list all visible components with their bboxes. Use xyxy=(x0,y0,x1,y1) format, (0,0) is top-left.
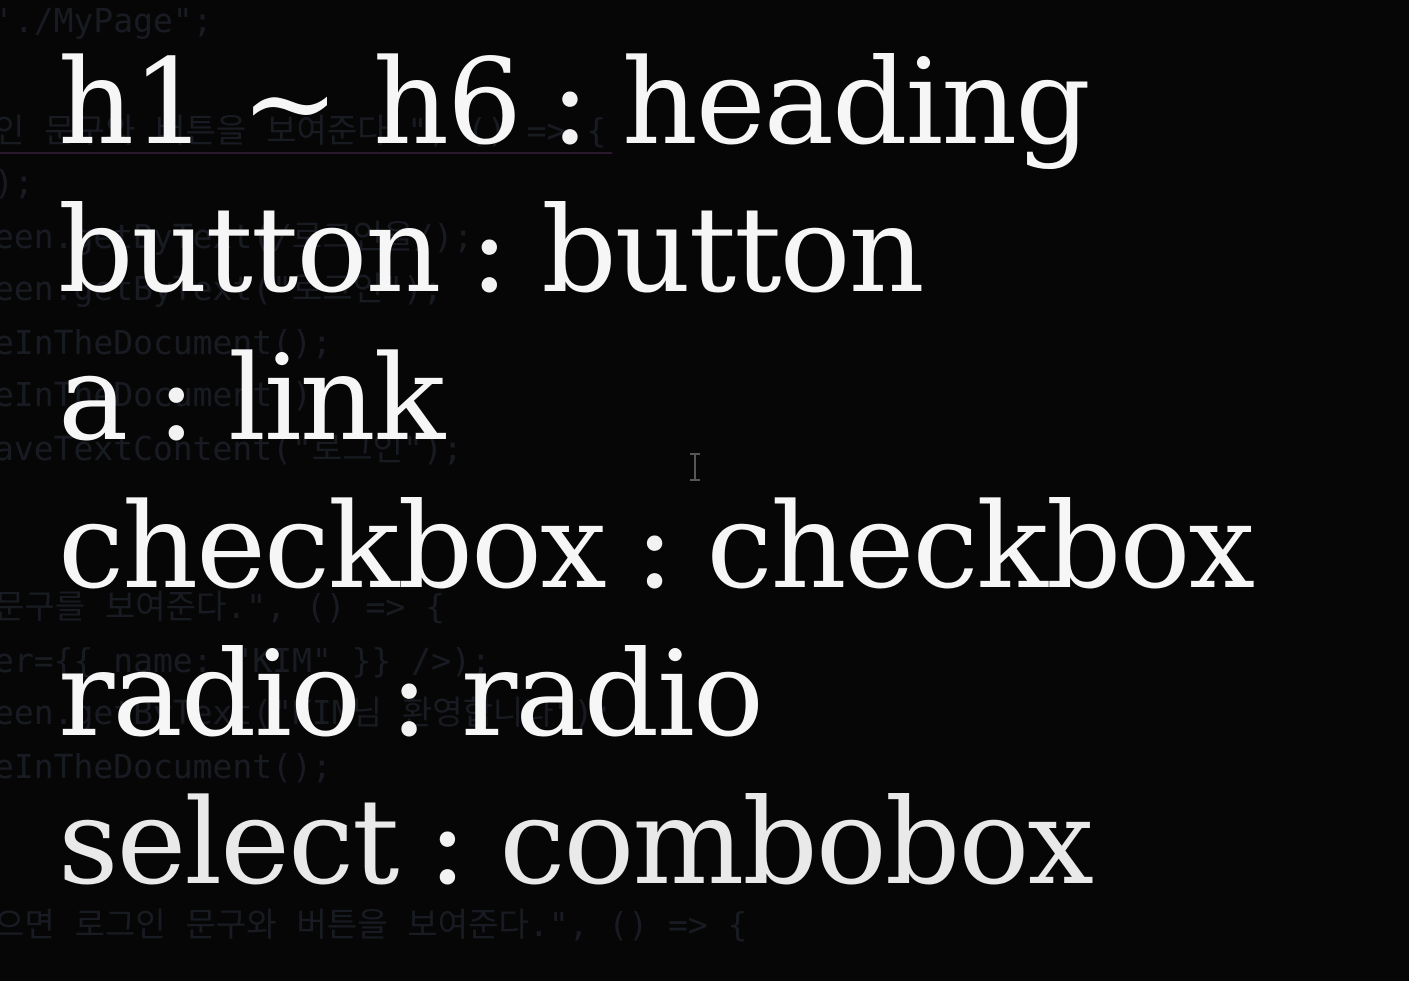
separator: : xyxy=(156,329,196,467)
slide-canvas: './MyPage"; 인 문구와 버튼을 보여준다.", () => { );… xyxy=(0,0,1409,981)
mapping-row-radio: radio: radio xyxy=(58,620,1388,768)
element-name: button xyxy=(58,181,441,319)
mapping-row-heading: h1 ~ h6: heading xyxy=(58,28,1388,176)
mapping-row-checkbox: checkbox: checkbox xyxy=(58,472,1388,620)
element-name: select xyxy=(58,773,399,911)
element-name: checkbox xyxy=(58,477,607,615)
role-name: link xyxy=(228,329,445,467)
role-name: heading xyxy=(621,33,1091,171)
role-name: radio xyxy=(460,625,764,763)
separator: : xyxy=(389,625,429,763)
role-name: button xyxy=(541,181,924,319)
separator: : xyxy=(427,773,467,911)
separator: : xyxy=(634,477,675,615)
mapping-row-combobox: select: combobox xyxy=(58,768,1388,916)
role-mapping-list: h1 ~ h6: heading button: button a: link che… xyxy=(58,28,1388,916)
mapping-row-button: button: button xyxy=(58,176,1388,324)
mapping-row-link: a: link xyxy=(58,324,1388,472)
separator: : xyxy=(550,33,590,171)
separator: : xyxy=(469,181,509,319)
element-name: h1 ~ h6 xyxy=(58,33,522,171)
role-name: combobox xyxy=(499,773,1094,911)
element-name: radio xyxy=(58,625,361,763)
code-line: ); xyxy=(0,163,34,202)
element-name: a xyxy=(58,329,128,467)
role-name: checkbox xyxy=(706,477,1255,615)
